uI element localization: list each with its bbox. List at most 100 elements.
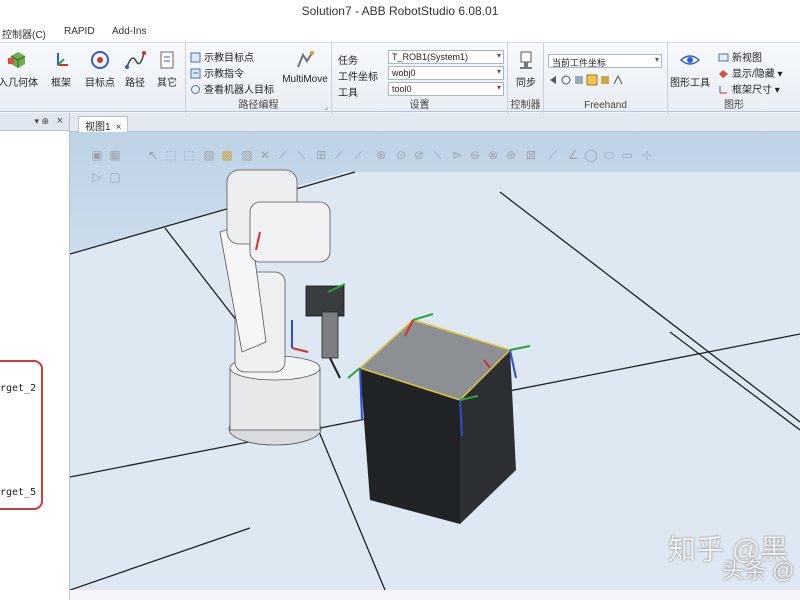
select-mechanism-icon[interactable]: ▨: [240, 148, 254, 162]
import-geometry-button[interactable]: 入几何体: [0, 47, 40, 95]
wobj-select[interactable]: wobj0 ▾: [388, 66, 504, 80]
show-hide-button[interactable]: 显示/隐藏 ▾: [718, 65, 783, 80]
dropdown-arrow-icon: ▾: [772, 85, 780, 96]
graphics-tools-button[interactable]: 图形工具: [668, 47, 712, 95]
new-view-button[interactable]: 新视图: [718, 49, 762, 64]
teach-instruction-icon: [190, 68, 201, 79]
path-label: 路径: [125, 78, 145, 89]
snap-local-icon[interactable]: ⊳: [450, 148, 464, 162]
tool-select[interactable]: tool0 ▾: [388, 82, 504, 96]
tree-item-target-2[interactable]: rget_2: [0, 383, 36, 394]
multimove-button[interactable]: MultiMove: [280, 47, 330, 95]
select-target-icon[interactable]: ✕: [258, 148, 272, 162]
multimove-label: MultiMove: [282, 74, 328, 85]
tab-controller[interactable]: 控制器(C): [2, 26, 46, 41]
target-button[interactable]: 目标点: [82, 47, 118, 95]
move-icon[interactable]: [550, 76, 556, 84]
select-group-icon[interactable]: ▩: [220, 148, 234, 162]
panel-header: ▾ ⊕ ×: [0, 113, 69, 131]
play-icon[interactable]: ▷: [90, 170, 104, 184]
show-hide-icon: [719, 70, 728, 78]
snap-mid-icon[interactable]: ⊘: [412, 148, 426, 162]
select-surface-icon[interactable]: ⬚: [164, 148, 178, 162]
measure-point-icon[interactable]: ⊹: [640, 148, 654, 162]
ribbon-group-graphics: 图形工具 新视图 显示/隐藏 ▾ 框架尺寸 ▾ 图形: [668, 43, 800, 113]
other-icon: [160, 51, 174, 69]
ribbon-tab-bar: 控制器(C) RAPID Add-Ins: [0, 22, 800, 42]
measure-minimum-icon[interactable]: ⬭: [602, 148, 616, 162]
pin-icon[interactable]: ▾ ⊕: [34, 116, 49, 127]
jog-joint-icon[interactable]: [575, 76, 583, 84]
tree-item-target-5[interactable]: rget_5: [0, 487, 36, 498]
new-view-icon: [718, 53, 729, 62]
other-button[interactable]: 其它: [150, 47, 184, 95]
freehand-tools: [550, 74, 623, 86]
wobj-label: 工件坐标: [338, 72, 378, 83]
select-body-icon[interactable]: ⬚: [182, 148, 196, 162]
scene: [70, 169, 800, 590]
close-icon[interactable]: ×: [57, 115, 63, 127]
view-robot-target-button[interactable]: 查看机器人目标: [190, 81, 274, 96]
snap-object-icon[interactable]: ⟍: [294, 148, 308, 162]
jog-reorient-icon[interactable]: [601, 76, 609, 84]
dropdown-arrow-icon: ▾: [654, 55, 659, 64]
frame-icon: [57, 53, 68, 66]
view-home-icon[interactable]: ▣: [90, 148, 104, 162]
tab-addins[interactable]: Add-Ins: [112, 26, 146, 37]
graphics-tools-label: 图形工具: [670, 78, 710, 89]
ribbon-group-freehand: 当前工件坐标 ▾ Freehand: [544, 43, 668, 113]
dropdown-arrow-icon: ▾: [496, 83, 501, 92]
rotate-icon[interactable]: [561, 75, 571, 85]
teach-instruction-button[interactable]: 示教指令: [190, 65, 244, 80]
measure-ruler-icon[interactable]: ▭: [620, 148, 634, 162]
sync-icon: [520, 51, 532, 69]
multi-robot-jog-icon[interactable]: [613, 74, 623, 85]
tool-value: tool0: [392, 84, 412, 94]
tab-rapid[interactable]: RAPID: [64, 26, 95, 37]
teach-target-button[interactable]: 示教目标点: [190, 49, 254, 64]
select-part-icon[interactable]: ▧: [202, 148, 216, 162]
measure-distance-icon[interactable]: ⟋: [546, 148, 560, 162]
snap-edge-icon[interactable]: ⟋: [352, 148, 366, 162]
frame-size-button[interactable]: 框架尺寸 ▾: [718, 81, 780, 96]
path-button[interactable]: 路径: [118, 47, 152, 95]
teach-target-icon: [190, 52, 201, 63]
snap-center-icon[interactable]: ⊕: [374, 148, 388, 162]
stop-icon[interactable]: ▢: [108, 170, 122, 184]
dropdown-arrow-icon: ▾: [774, 69, 783, 80]
3d-viewport[interactable]: ▣ ▦ ↖ ⬚ ⬚ ▧ ▩ ▨ ✕ ⟋ ⟍ ⊞ ⟋ ⟋ ⊕ ⊙ ⊘ ⟍ ⊳ ⊖ …: [70, 132, 800, 590]
snap-end-icon[interactable]: ⟍: [430, 148, 444, 162]
snap-perpendicular-icon[interactable]: ⊖: [468, 148, 482, 162]
snap-corner-icon[interactable]: ⟋: [332, 148, 346, 162]
document-tab-bar: 视图1 ×: [70, 113, 800, 133]
freehand-frame-select[interactable]: 当前工件坐标 ▾: [548, 54, 662, 68]
task-select[interactable]: T_ROB1(System1) ▾: [388, 50, 504, 64]
import-geometry-label: 入几何体: [0, 78, 38, 89]
teach-instruction-label: 示教指令: [204, 69, 244, 80]
watermark-toutiao: 头条 @: [722, 558, 795, 583]
sync-button[interactable]: 同步: [508, 47, 544, 95]
dialog-launcher-icon[interactable]: ⌟: [324, 102, 328, 111]
ribbon-group-build: 入几何体 框架 目标点 路径 其它: [0, 43, 186, 113]
snap-pose-icon[interactable]: ⊛: [504, 148, 518, 162]
frame-size-label: 框架尺寸: [732, 85, 772, 96]
view-all-icon[interactable]: ▦: [108, 148, 122, 162]
snap-object-point-icon[interactable]: ⊠: [524, 148, 538, 162]
select-path-icon[interactable]: ⟋: [276, 148, 290, 162]
snap-point-icon[interactable]: ⊙: [394, 148, 408, 162]
view-robot-target-label: 查看机器人目标: [204, 85, 274, 96]
snap-tangent-icon[interactable]: ⊗: [486, 148, 500, 162]
frame-button[interactable]: 框架: [44, 47, 78, 95]
ribbon-group-settings: 任务 T_ROB1(System1) ▾ 工件坐标 wobj0 ▾ 工具 too…: [332, 43, 508, 113]
measure-angle-icon[interactable]: ∠: [566, 148, 580, 162]
show-hide-label: 显示/隐藏: [732, 69, 775, 80]
new-view-label: 新视图: [732, 53, 762, 64]
measure-diameter-icon[interactable]: ◯: [584, 148, 598, 162]
snap-grid-icon[interactable]: ⊞: [314, 148, 328, 162]
title-bar: Solution7 - ABB RobotStudio 6.08.01: [0, 0, 800, 22]
path-icon: [125, 51, 146, 69]
tab-view1[interactable]: 视图1 ×: [78, 116, 129, 133]
jog-linear-icon[interactable]: [586, 74, 598, 86]
select-curve-icon[interactable]: ↖: [146, 148, 160, 162]
task-value: T_ROB1(System1): [392, 52, 469, 62]
